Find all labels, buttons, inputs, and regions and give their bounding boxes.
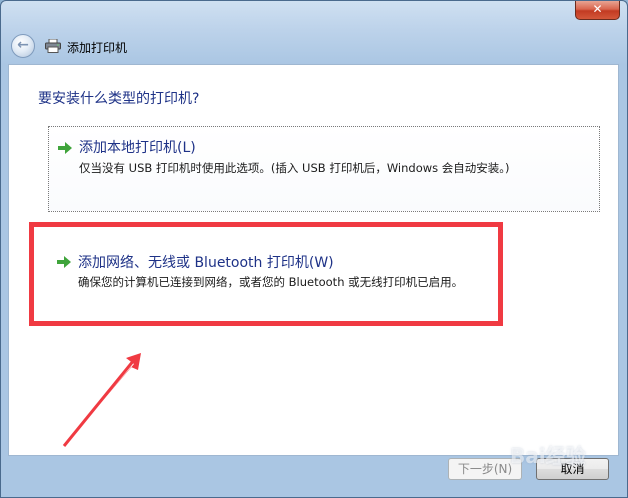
green-arrow-icon xyxy=(57,256,71,268)
option-local-description: 仅当没有 USB 打印机时使用此选项。(插入 USB 打印机后，Windows … xyxy=(79,161,510,175)
back-button[interactable]: ← xyxy=(11,34,35,58)
option-network-description: 确保您的计算机已连接到网络，或者您的 Bluetooth 或无线打印机已启用。 xyxy=(78,275,464,289)
next-button[interactable]: 下一步(N) xyxy=(448,458,522,480)
back-arrow-icon: ← xyxy=(17,37,29,53)
option-add-network-printer[interactable]: 添加网络、无线或 Bluetooth 打印机(W) 确保您的计算机已连接到网络，… xyxy=(48,246,548,300)
close-icon: ✕ xyxy=(592,2,603,16)
window-title: 添加打印机 xyxy=(67,41,128,55)
close-button[interactable]: ✕ xyxy=(575,1,620,20)
green-arrow-icon xyxy=(58,142,72,154)
option-network-title: 添加网络、无线或 Bluetooth 打印机(W) xyxy=(78,255,334,271)
cancel-button[interactable]: 取消 xyxy=(536,458,609,480)
page-question: 要安装什么类型的打印机? xyxy=(38,91,200,107)
option-add-local-printer[interactable]: 添加本地打印机(L) 仅当没有 USB 打印机时使用此选项。(插入 USB 打印… xyxy=(48,126,600,212)
option-local-title: 添加本地打印机(L) xyxy=(79,140,196,156)
printer-icon xyxy=(45,39,61,53)
